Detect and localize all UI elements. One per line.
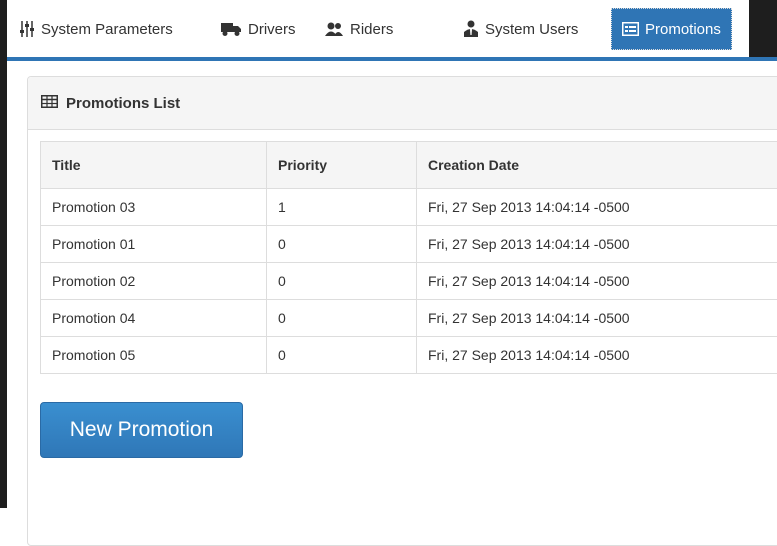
top-nav: System Parameters Drivers Riders — [7, 0, 777, 58]
cell-creation-date: Fri, 27 Sep 2013 14:04:14 -0500 — [417, 226, 777, 263]
column-header-title[interactable]: Title — [41, 142, 267, 189]
tab-system-parameters[interactable]: System Parameters — [19, 8, 173, 50]
cell-creation-date: Fri, 27 Sep 2013 14:04:14 -0500 — [417, 337, 777, 374]
cell-creation-date: Fri, 27 Sep 2013 14:04:14 -0500 — [417, 189, 777, 226]
cell-title: Promotion 01 — [41, 226, 267, 263]
sliders-icon — [19, 20, 35, 38]
left-edge-bar — [0, 0, 7, 508]
promotions-table: Title Priority Creation Date Promotion 0… — [40, 141, 777, 374]
table-icon — [41, 95, 58, 112]
table-row[interactable]: Promotion 04 0 Fri, 27 Sep 2013 14:04:14… — [41, 300, 777, 337]
cell-title: Promotion 04 — [41, 300, 267, 337]
tab-system-users[interactable]: System Users — [463, 8, 578, 50]
cell-title: Promotion 05 — [41, 337, 267, 374]
table-header-row: Title Priority Creation Date — [41, 142, 777, 189]
tab-label: Riders — [350, 21, 393, 38]
table-row[interactable]: Promotion 05 0 Fri, 27 Sep 2013 14:04:14… — [41, 337, 777, 374]
cell-priority: 0 — [267, 226, 417, 263]
new-promotion-button[interactable]: New Promotion — [40, 402, 243, 458]
user-tie-icon — [463, 20, 479, 38]
cell-priority: 1 — [267, 189, 417, 226]
tab-drivers[interactable]: Drivers — [220, 8, 296, 50]
panel-heading: Promotions List — [28, 77, 777, 130]
table-row[interactable]: Promotion 02 0 Fri, 27 Sep 2013 14:04:14… — [41, 263, 777, 300]
nav-dark-corner — [749, 0, 777, 58]
table-row[interactable]: Promotion 01 0 Fri, 27 Sep 2013 14:04:14… — [41, 226, 777, 263]
table-row[interactable]: Promotion 03 1 Fri, 27 Sep 2013 14:04:14… — [41, 189, 777, 226]
panel-title: Promotions List — [66, 95, 180, 112]
tab-label: System Users — [485, 21, 578, 38]
users-icon — [324, 21, 344, 37]
cell-creation-date: Fri, 27 Sep 2013 14:04:14 -0500 — [417, 263, 777, 300]
tab-riders[interactable]: Riders — [324, 8, 393, 50]
column-header-creation-date[interactable]: Creation Date — [417, 142, 777, 189]
promotions-panel: Promotions List Title Priority Creation … — [27, 76, 777, 546]
cell-priority: 0 — [267, 337, 417, 374]
truck-icon — [220, 21, 242, 37]
tab-promotions[interactable]: Promotions — [611, 8, 732, 50]
cell-priority: 0 — [267, 300, 417, 337]
column-header-priority[interactable]: Priority — [267, 142, 417, 189]
list-card-icon — [622, 22, 639, 36]
cell-creation-date: Fri, 27 Sep 2013 14:04:14 -0500 — [417, 300, 777, 337]
tab-label: System Parameters — [41, 21, 173, 38]
tab-label: Promotions — [645, 21, 721, 38]
tab-label: Drivers — [248, 21, 296, 38]
cell-title: Promotion 02 — [41, 263, 267, 300]
nav-underline — [7, 57, 777, 61]
cell-title: Promotion 03 — [41, 189, 267, 226]
cell-priority: 0 — [267, 263, 417, 300]
